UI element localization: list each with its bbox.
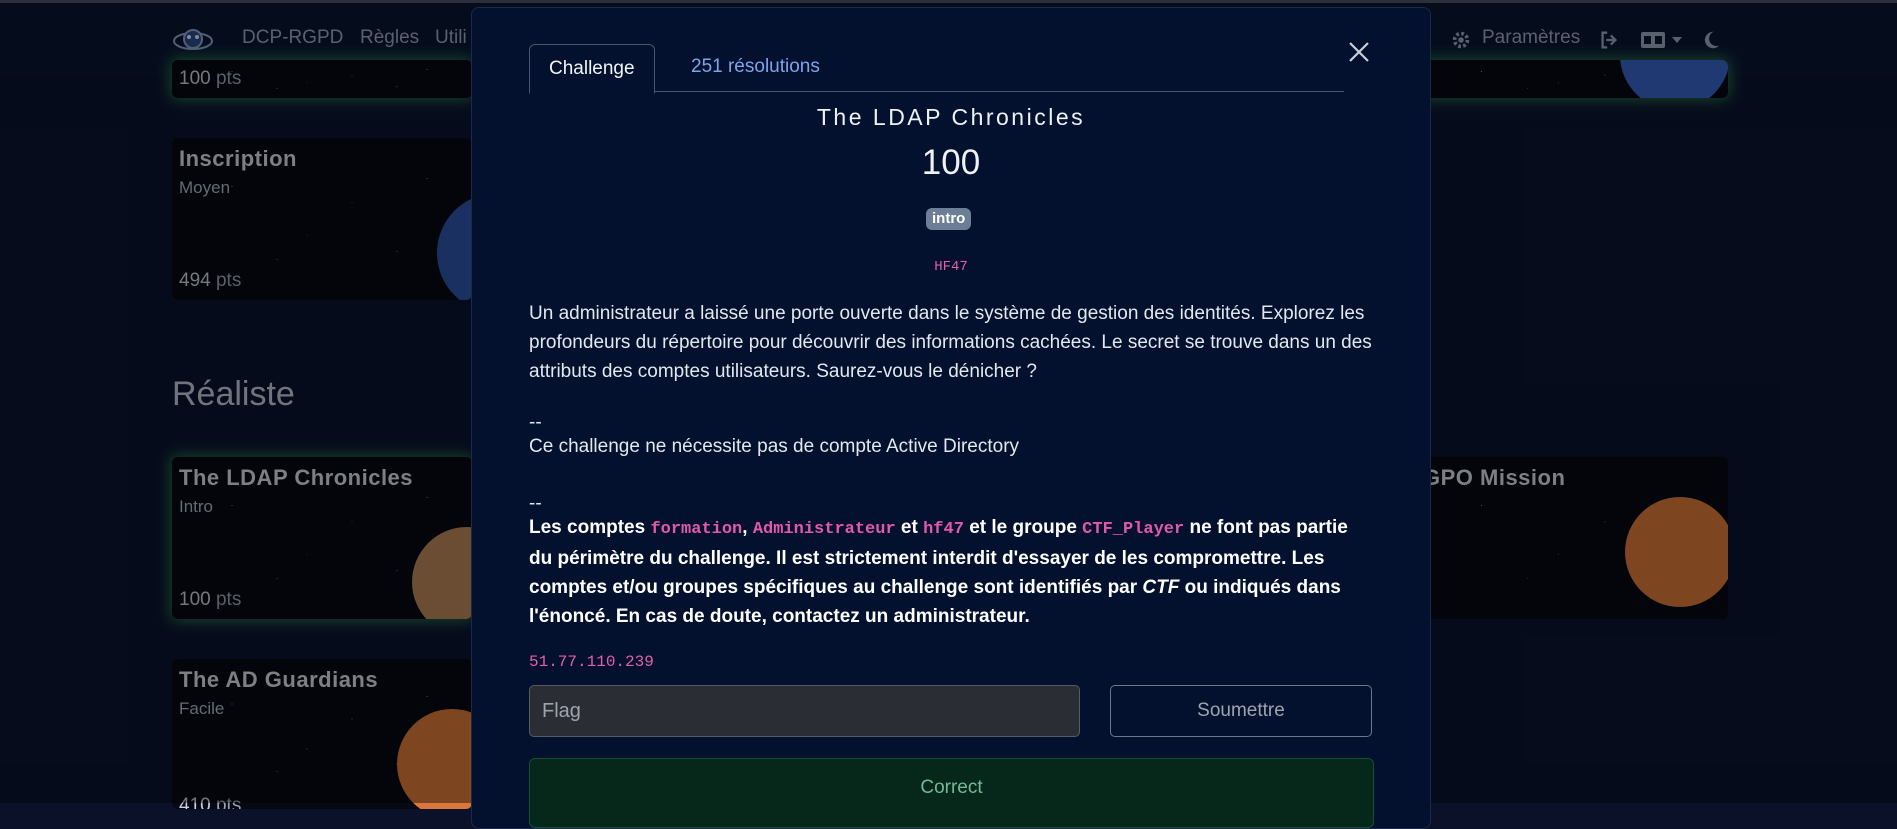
rules-paragraph: Les comptes formation, Administrateur et… <box>529 513 1374 631</box>
rules-text: et <box>895 517 924 538</box>
challenge-value: 100 <box>921 143 981 182</box>
description-paragraph: Un administrateur a laissé une porte ouv… <box>529 303 1372 382</box>
tab-challenge[interactable]: Challenge <box>529 44 655 94</box>
challenge-author: HF47 <box>934 259 968 275</box>
description-note: Ce challenge ne nécessite pas de compte … <box>529 436 1020 457</box>
result-alert: Correct <box>529 758 1374 828</box>
close-icon[interactable] <box>1344 37 1374 67</box>
challenge-modal: Challenge 251 résolutions The LDAP Chron… <box>471 7 1431 829</box>
group-ctf-player: CTF_Player <box>1082 520 1185 539</box>
rules-text: , <box>742 517 753 538</box>
modal-tabs: Challenge 251 résolutions <box>529 35 1344 94</box>
account-hf47: hf47 <box>923 520 964 539</box>
account-administrateur: Administrateur <box>752 520 896 539</box>
ctf-identifier: CTF <box>1142 577 1180 598</box>
flag-input[interactable] <box>529 685 1080 737</box>
target-ip[interactable]: 51.77.110.239 <box>529 653 654 671</box>
challenge-tag: intro <box>926 208 972 230</box>
account-formation: formation <box>650 520 743 539</box>
challenge-title: The LDAP Chronicles <box>816 104 1086 130</box>
tab-solves[interactable]: 251 résolutions <box>672 43 839 90</box>
rules-text: Les comptes <box>529 517 651 538</box>
rules-text: et le groupe <box>963 517 1083 538</box>
submit-button[interactable]: Soumettre <box>1110 685 1372 737</box>
